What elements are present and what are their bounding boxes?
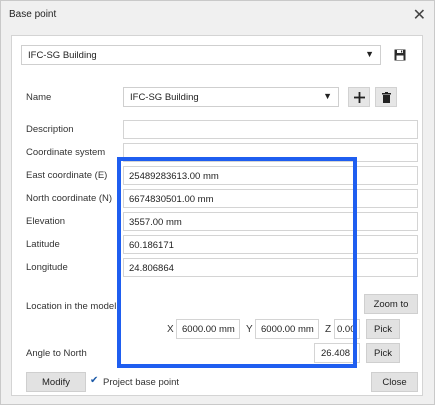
angle-field[interactable]: 26.408: [314, 343, 360, 363]
latitude-value: 60.186171: [129, 240, 174, 251]
latitude-field[interactable]: 60.186171: [123, 235, 418, 254]
save-button[interactable]: [391, 46, 409, 64]
main-panel: IFC-SG Building ▼ Name IFC-SG Building ▼: [11, 35, 423, 396]
y-label: Y: [246, 324, 253, 335]
angle-to-north-label: Angle to North: [26, 348, 87, 359]
x-field[interactable]: 6000.00 mm: [176, 319, 240, 339]
north-coordinate-label: North coordinate (N): [26, 193, 113, 204]
pick-angle-button[interactable]: Pick: [366, 343, 400, 363]
latitude-label: Latitude: [26, 239, 60, 250]
base-point-select-value: IFC-SG Building: [28, 50, 97, 61]
name-select[interactable]: IFC-SG Building ▼: [123, 87, 339, 107]
window-title: Base point: [9, 9, 57, 20]
pick-location-button[interactable]: Pick: [366, 319, 400, 339]
north-coordinate-field[interactable]: 6674830501.00 mm: [123, 189, 418, 208]
delete-button[interactable]: [375, 87, 397, 107]
project-base-point-label[interactable]: Project base point: [103, 377, 179, 388]
title-bar: Base point ✕: [1, 1, 434, 29]
coordinate-system-field[interactable]: [123, 143, 418, 162]
save-icon: [394, 49, 406, 61]
x-value: 6000.00 mm: [182, 324, 235, 335]
base-point-dialog: Base point ✕ IFC-SG Building ▼ Name IFC-…: [0, 0, 435, 405]
chevron-down-icon: ▼: [365, 49, 374, 59]
coordinate-system-label: Coordinate system: [26, 147, 106, 158]
east-coordinate-label: East coordinate (E): [26, 170, 108, 181]
description-label: Description: [26, 124, 74, 135]
modify-button[interactable]: Modify: [26, 372, 86, 392]
close-button[interactable]: Close: [371, 372, 418, 392]
z-value: 0.00 mm: [337, 324, 356, 338]
name-label: Name: [26, 92, 52, 103]
chevron-down-icon: ▼: [323, 91, 332, 101]
x-label: X: [167, 324, 174, 335]
y-field[interactable]: 6000.00 mm: [255, 319, 319, 339]
elevation-label: Elevation: [26, 216, 66, 227]
z-field[interactable]: 0.00 mm: [334, 319, 360, 339]
longitude-label: Longitude: [26, 262, 68, 273]
base-point-select[interactable]: IFC-SG Building ▼: [21, 45, 381, 65]
zoom-to-button[interactable]: Zoom to: [364, 294, 418, 314]
longitude-field[interactable]: 24.806864: [123, 258, 418, 277]
elevation-field[interactable]: 3557.00 mm: [123, 212, 418, 231]
add-button[interactable]: [348, 87, 370, 107]
z-label: Z: [325, 324, 332, 335]
east-coordinate-value: 25489283613.00 mm: [129, 171, 219, 182]
trash-icon: [381, 91, 391, 103]
elevation-value: 3557.00 mm: [129, 217, 182, 228]
y-value: 6000.00 mm: [261, 324, 314, 335]
plus-icon: [353, 91, 365, 103]
close-icon[interactable]: ✕: [413, 5, 426, 25]
longitude-value: 24.806864: [129, 263, 174, 274]
angle-value: 26.408: [321, 348, 351, 359]
description-field[interactable]: [123, 120, 418, 139]
east-coordinate-field[interactable]: 25489283613.00 mm: [123, 166, 418, 185]
location-label: Location in the model: [26, 301, 117, 312]
checkmark-icon[interactable]: ✔: [90, 375, 98, 386]
name-select-value: IFC-SG Building: [130, 92, 199, 103]
north-coordinate-value: 6674830501.00 mm: [129, 194, 214, 205]
